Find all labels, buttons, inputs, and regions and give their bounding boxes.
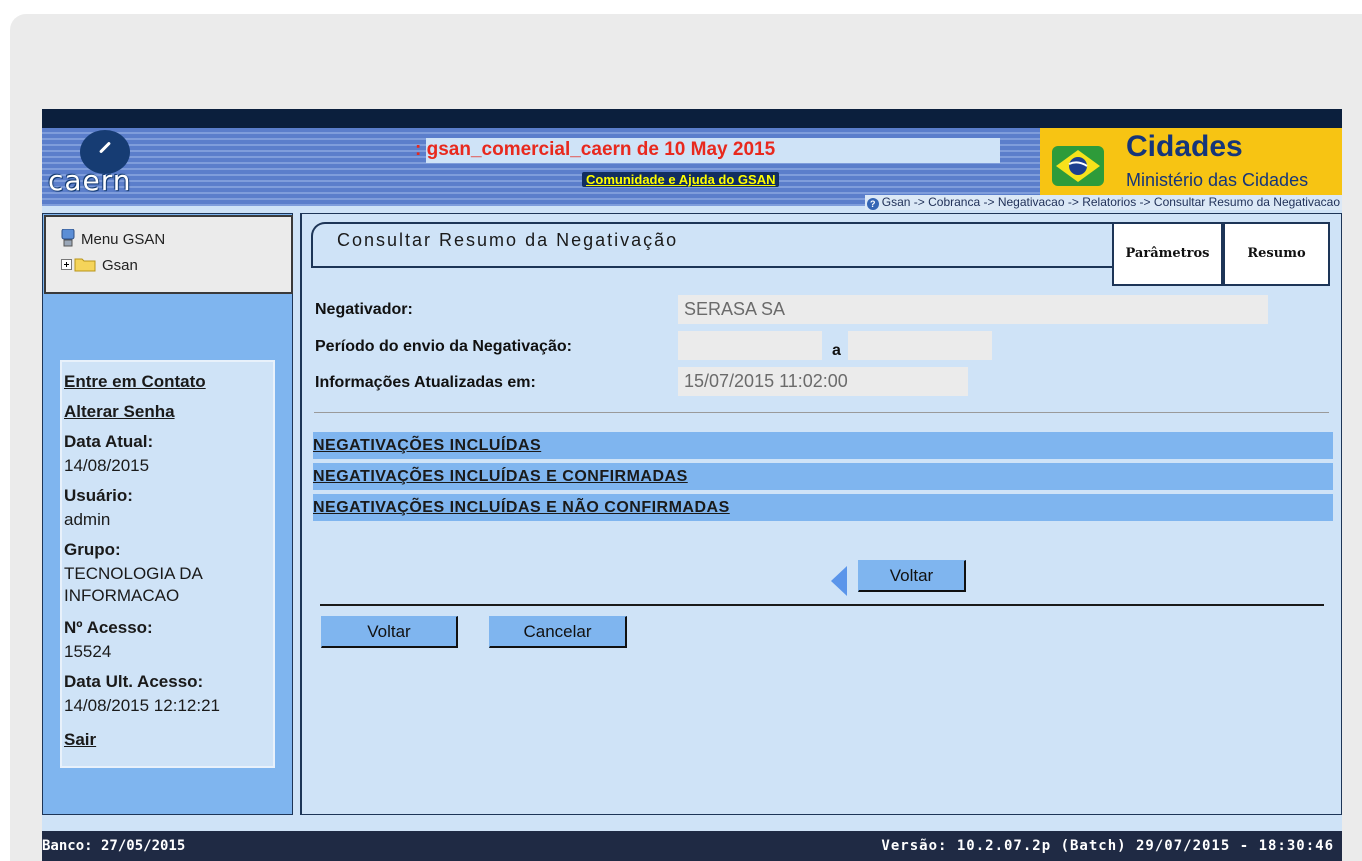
community-help-link[interactable]: Comunidade e Ajuda do GSAN — [582, 172, 780, 187]
back-button[interactable]: Voltar — [858, 560, 966, 592]
user-label: Usuário: — [64, 486, 133, 505]
group-label: Grupo: — [64, 540, 121, 559]
folder-icon — [74, 258, 96, 272]
menu-item-gsan[interactable]: Gsan — [61, 256, 138, 274]
atualizadas-field[interactable]: 15/07/2015 11:02:00 — [678, 367, 968, 396]
section-negativacoes-incluidas[interactable]: NEGATIVAÇÕES INCLUÍDAS — [313, 432, 1333, 459]
ministry-subtitle: Ministério das Cidades — [1126, 170, 1309, 190]
back-arrow-icon[interactable] — [831, 566, 847, 596]
breadcrumb-row: ? Gsan -> Cobranca -> Negativacao -> Rela… — [42, 195, 1342, 210]
tab-resumo-label: Resumo — [1247, 246, 1306, 261]
sidebar: Menu GSAN Gsan Entre em Contato Alterar … — [42, 213, 293, 815]
menu-tree: Menu GSAN Gsan — [44, 215, 293, 294]
footer-bar: Banco: 27/05/2015 Versão: 10.2.07.2p (Ba… — [42, 831, 1342, 861]
brazil-flag-icon — [1052, 146, 1104, 186]
expand-icon[interactable] — [61, 259, 72, 270]
divider-bottom — [320, 604, 1324, 606]
bottom-back-button[interactable]: Voltar — [321, 616, 458, 648]
user-name: admin — [64, 510, 111, 529]
system-title: : gsan_comercial_caern de 10 May 2015 — [415, 139, 776, 160]
contact-link[interactable]: Entre em Contato — [64, 372, 206, 392]
section-negativacoes-nao-confirmadas[interactable]: NEGATIVAÇÕES INCLUÍDAS E NÃO CONFIRMADAS — [313, 494, 1333, 521]
ministry-title: Cidades — [1126, 130, 1243, 163]
computer-icon — [61, 228, 75, 247]
access-count-label: Nº Acesso: — [64, 618, 153, 637]
gsan-page: caern : gsan_comercial_caern de 10 May 2… — [42, 109, 1342, 861]
menu-title[interactable]: Menu GSAN — [61, 228, 166, 248]
negativador-field[interactable]: SERASA SA — [678, 295, 1268, 324]
divider — [314, 412, 1329, 413]
last-access: 14/08/2015 12:12:21 — [64, 696, 220, 715]
logout-link[interactable]: Sair — [64, 730, 96, 750]
breadcrumb-text: Gsan -> Cobranca -> Negativacao -> Relat… — [881, 195, 1340, 209]
form-title-bar: Consultar Resumo da Negativação — [311, 222, 1171, 268]
cancel-button[interactable]: Cancelar — [489, 616, 627, 648]
periodo-separator: a — [832, 342, 841, 359]
bank-date: Banco: 27/05/2015 — [42, 838, 186, 854]
atualizadas-label: Informações Atualizadas em: — [315, 374, 536, 391]
section-negativacoes-confirmadas[interactable]: NEGATIVAÇÕES INCLUÍDAS E CONFIRMADAS — [313, 463, 1333, 490]
breadcrumb: ? Gsan -> Cobranca -> Negativacao -> Rela… — [864, 195, 1342, 210]
main-content: Consultar Resumo da Negativação Parâmetr… — [301, 213, 1342, 815]
change-password-link[interactable]: Alterar Senha — [64, 402, 175, 422]
periodo-end-field[interactable] — [848, 331, 992, 360]
tab-parametros[interactable]: Parâmetros — [1112, 222, 1223, 286]
negativador-label: Negativador: — [315, 301, 413, 318]
periodo-label: Período do envio da Negativação: — [315, 338, 572, 355]
help-icon[interactable]: ? — [866, 198, 879, 210]
tab-resumo[interactable]: Resumo — [1223, 222, 1330, 286]
group-line-1: TECNOLOGIA DA — [64, 564, 203, 583]
menu-title-label: Menu GSAN — [81, 231, 166, 248]
sidebar-separator — [294, 213, 301, 815]
menu-root-label: Gsan — [102, 257, 138, 274]
version-info: Versão: 10.2.07.2p (Batch) 29/07/2015 - … — [881, 838, 1334, 854]
page-title: Consultar Resumo da Negativação — [337, 230, 679, 250]
periodo-start-field[interactable] — [678, 331, 822, 360]
tab-parametros-label: Parâmetros — [1125, 246, 1210, 261]
access-count: 15524 — [64, 642, 112, 661]
top-bar — [42, 109, 1342, 128]
current-date-label: Data Atual: — [64, 432, 154, 451]
current-date: 14/08/2015 — [64, 456, 150, 475]
caern-logo-text: caern — [48, 164, 132, 197]
last-access-label: Data Ult. Acesso: — [64, 672, 204, 691]
group-line-2: INFORMACAO — [64, 586, 180, 605]
user-info-panel: Entre em Contato Alterar Senha Data Atua… — [60, 360, 275, 768]
